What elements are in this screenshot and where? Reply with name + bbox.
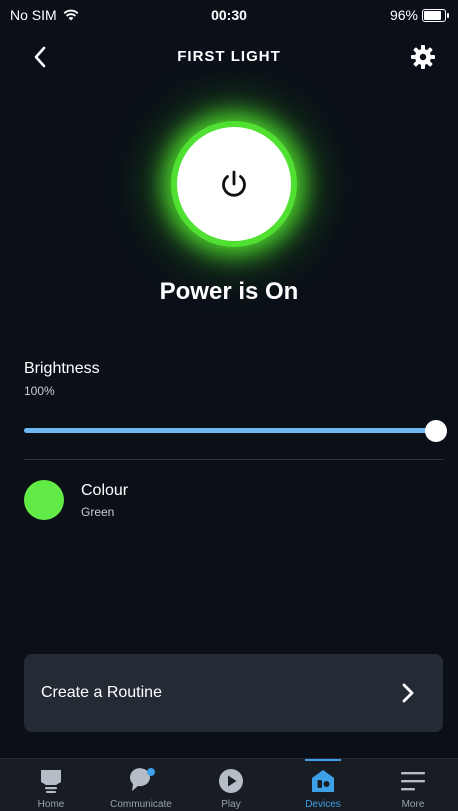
brightness-slider[interactable] (24, 420, 447, 442)
play-icon (219, 769, 243, 793)
power-icon (222, 170, 246, 197)
devices-icon (312, 770, 334, 792)
chevron-right-icon (402, 683, 414, 703)
colour-value: Green (81, 505, 115, 519)
tab-more[interactable]: More (368, 759, 458, 811)
colour-swatch (24, 480, 64, 520)
chat-bubble-icon (129, 768, 155, 791)
tab-home-label: Home (37, 799, 65, 810)
settings-button[interactable] (408, 42, 438, 72)
home-icon (41, 770, 61, 793)
power-status-text: Power is On (159, 278, 299, 305)
brightness-value: 100% (24, 384, 55, 398)
battery-status: 96% (389, 7, 449, 23)
colour-label: Colour (81, 482, 129, 499)
tab-play[interactable]: Play (186, 759, 276, 811)
create-routine-button[interactable]: Create a Routine (24, 654, 443, 732)
bottom-tab-bar: Home Communicate Play Devices More (0, 758, 458, 811)
tab-more-label: More (401, 799, 425, 810)
tab-communicate-label: Communicate (110, 799, 172, 810)
tab-play-label: Play (221, 799, 241, 810)
header: FIRST LIGHT (0, 40, 458, 76)
menu-lines-icon (401, 772, 425, 791)
tab-home[interactable]: Home (6, 759, 96, 811)
battery-icon (422, 8, 449, 22)
colour-setting-row[interactable]: Colour Green (24, 478, 444, 522)
gear-icon (411, 45, 435, 69)
slider-fill (24, 428, 436, 433)
create-routine-label: Create a Routine (41, 684, 162, 701)
slider-thumb[interactable] (425, 420, 447, 442)
tab-communicate[interactable]: Communicate (96, 759, 186, 811)
divider (24, 459, 444, 460)
brightness-label: Brightness (24, 360, 100, 377)
status-bar: No SIM 00:30 96% (0, 0, 458, 28)
power-toggle-button[interactable] (177, 127, 291, 241)
tab-devices[interactable]: Devices (278, 759, 368, 811)
page-title: FIRST LIGHT (177, 48, 281, 65)
battery-percent: 96% (389, 7, 418, 23)
tab-devices-label: Devices (305, 799, 341, 810)
